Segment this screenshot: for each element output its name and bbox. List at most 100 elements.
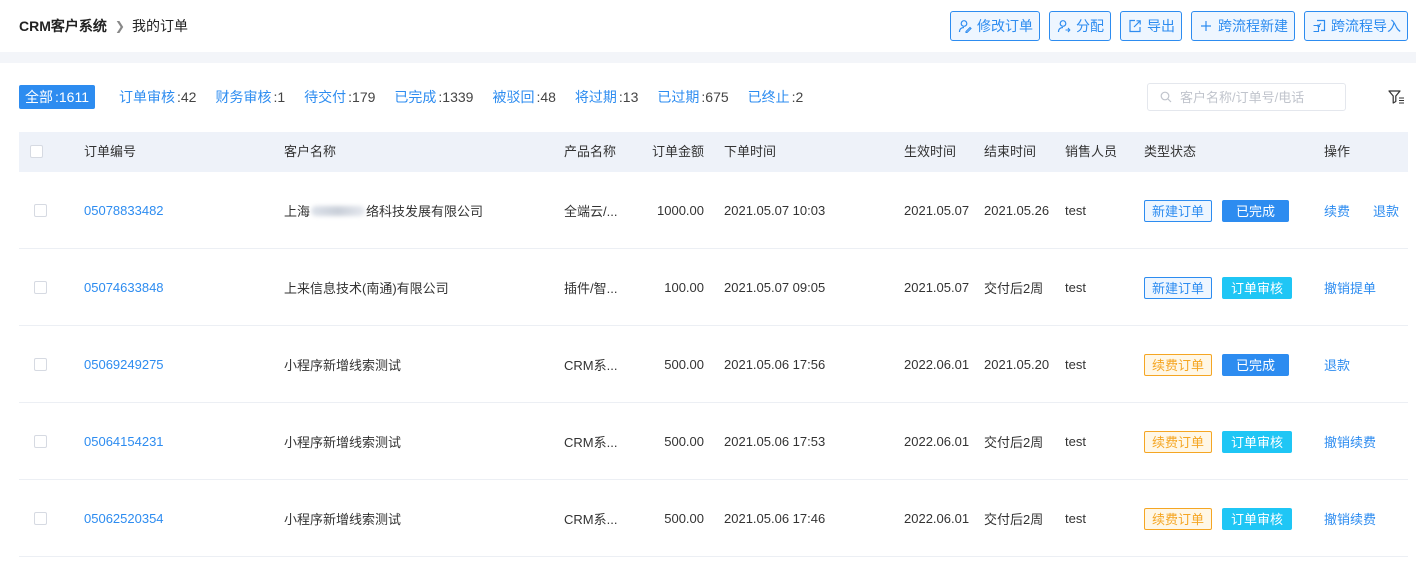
row-checkbox[interactable] [34, 512, 47, 525]
customer-name: 小程序新增线索测试 [284, 435, 402, 450]
order-time: 2021.05.06 17:53 [724, 434, 826, 449]
export-icon [1128, 19, 1142, 33]
type-status: 续费订单 已完成 [1144, 326, 1290, 403]
table-row: 05078833482 上海 络科技发展有限公司 全端云/... 1000.00 … [19, 172, 1408, 249]
tab-all[interactable]: 全部:1611 [19, 85, 95, 109]
refund-action[interactable]: 退款 [1324, 355, 1350, 374]
search-input[interactable] [1180, 89, 1340, 105]
customer-name: 上来信息技术(南通)有限公司 [284, 281, 449, 296]
header-divider [0, 52, 1416, 63]
edit-order-label: 修改订单 [977, 18, 1033, 34]
tab-rejected[interactable]: 被驳回:48 [492, 85, 555, 109]
sales-person: test [1065, 280, 1086, 295]
effective-time: 2022.06.01 [904, 356, 970, 372]
tab-pending-delivery[interactable]: 待交付:179 [304, 85, 375, 109]
customer-name: 上海 络科技发展有限公司 [284, 172, 483, 249]
effective-time: 2021.05.07 [904, 279, 970, 295]
sales-person: test [1065, 357, 1086, 372]
tab-label: 订单审核 [119, 89, 175, 105]
product-name: CRM系... [564, 512, 618, 527]
tab-order-review[interactable]: 订单审核:42 [119, 85, 196, 109]
breadcrumb-root[interactable]: CRM客户系统 [19, 16, 107, 36]
renew-action[interactable]: 续费 [1324, 201, 1350, 220]
edit-order-button[interactable]: 修改订单 [950, 11, 1040, 41]
order-number-link[interactable]: 05078833482 [84, 172, 164, 249]
tab-expired[interactable]: 已过期:675 [657, 85, 728, 109]
cross-process-create-button[interactable]: 跨流程新建 [1191, 11, 1295, 41]
tab-label: 待交付 [304, 89, 347, 105]
column-header-actions: 操作 [1324, 144, 1351, 159]
customer-name: 小程序新增线索测试 [284, 358, 402, 373]
order-number-link[interactable]: 05064154231 [84, 403, 164, 480]
tab-completed[interactable]: 已完成:1339 [394, 85, 473, 109]
order-time: 2021.05.06 17:56 [724, 357, 826, 372]
order-amount: 500.00 [664, 511, 704, 526]
tab-label: 已完成 [394, 89, 437, 105]
end-time: 2021.05.20 [984, 356, 1050, 372]
table-row: 05074633848 上来信息技术(南通)有限公司 插件/智... 100.0… [19, 249, 1408, 326]
end-time: 2021.05.26 [984, 202, 1050, 218]
row-checkbox[interactable] [34, 435, 47, 448]
export-label: 导出 [1147, 18, 1175, 34]
search-box [1147, 83, 1346, 111]
product-name: 全端云/... [564, 204, 618, 219]
tab-label: 财务审核 [215, 89, 272, 105]
row-checkbox[interactable] [34, 358, 47, 371]
cross-process-import-button[interactable]: 跨流程导入 [1304, 11, 1408, 41]
row-actions: 退款 [1324, 326, 1350, 403]
customer-name: 小程序新增线索测试 [284, 512, 402, 527]
tab-count: :1611 [55, 89, 89, 105]
tab-finance-review[interactable]: 财务审核:1 [215, 85, 285, 109]
row-checkbox[interactable] [34, 204, 47, 217]
tab-terminated[interactable]: 已终止:2 [748, 85, 804, 109]
assign-button[interactable]: 分配 [1049, 11, 1111, 41]
tab-expiring[interactable]: 将过期:13 [575, 85, 638, 109]
product-name: CRM系... [564, 435, 618, 450]
refund-action[interactable]: 退款 [1373, 201, 1399, 220]
user-edit-icon [958, 19, 972, 33]
type-status: 续费订单 订单审核 [1144, 403, 1293, 480]
table-row: 05062520354 小程序新增线索测试 CRM系... 500.00 202… [19, 480, 1408, 557]
row-actions: 撤销续费 [1324, 480, 1376, 557]
column-header-product: 产品名称 [564, 144, 617, 159]
export-button[interactable]: 导出 [1120, 11, 1182, 41]
end-time: 交付后2周 [984, 512, 1044, 527]
order-number-link[interactable]: 05074633848 [84, 249, 164, 326]
effective-time: 2022.06.01 [904, 433, 970, 449]
revoke-renewal-action[interactable]: 撤销续费 [1324, 509, 1376, 528]
order-time: 2021.05.07 10:03 [724, 203, 826, 218]
column-header-type-status: 类型状态 [1144, 144, 1197, 159]
revoke-submission-action[interactable]: 撤销提单 [1324, 278, 1376, 297]
column-header-end-time: 结束时间 [984, 144, 1037, 159]
table-row: 05069249275 小程序新增线索测试 CRM系... 500.00 202… [19, 326, 1408, 403]
tab-label: 已过期 [657, 89, 700, 105]
breadcrumb: CRM客户系统 ❯ 我的订单 [19, 17, 188, 35]
filter-icon[interactable] [1387, 88, 1405, 106]
order-number-link[interactable]: 05069249275 [84, 326, 164, 403]
table-header: 订单编号 客户名称 产品名称 订单金额 下单时间 生效时间 结束时间 销售人员 … [19, 132, 1408, 172]
status-filter-tabs: 全部:1611 订单审核:42 财务审核:1 待交付:179 已完成:1339 … [19, 85, 822, 109]
tab-count: :48 [536, 89, 556, 105]
breadcrumb-current: 我的订单 [131, 18, 188, 34]
status-badge: 已完成 [1222, 199, 1290, 222]
column-header-customer: 客户名称 [284, 144, 337, 159]
revoke-renewal-action[interactable]: 撤销续费 [1324, 432, 1376, 451]
effective-time: 2022.06.01 [904, 510, 970, 526]
tab-count: :13 [618, 89, 639, 105]
type-status: 新建订单 已完成 [1144, 172, 1290, 249]
row-actions: 续费 退款 [1324, 172, 1399, 249]
column-header-effective-time: 生效时间 [904, 144, 957, 159]
column-header-order-time: 下单时间 [724, 144, 777, 159]
select-all-checkbox[interactable] [30, 145, 43, 158]
column-header-amount: 订单金额 [652, 144, 705, 159]
order-time: 2021.05.07 09:05 [724, 280, 826, 295]
customer-name-prefix: 上海 [284, 204, 311, 219]
row-checkbox[interactable] [34, 281, 47, 294]
import-icon [1312, 19, 1326, 33]
tab-label: 已终止 [747, 89, 790, 105]
tab-count: :1 [273, 89, 286, 105]
order-number-link[interactable]: 05062520354 [84, 480, 164, 557]
type-status: 新建订单 订单审核 [1144, 249, 1293, 326]
tab-count: :179 [348, 89, 376, 105]
type-status: 续费订单 订单审核 [1144, 480, 1293, 557]
